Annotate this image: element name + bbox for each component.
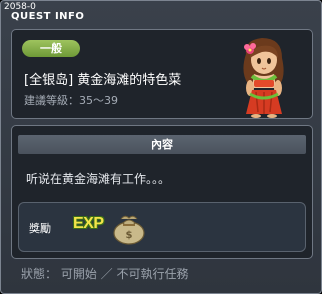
svg-text:$: $ <box>126 230 133 241</box>
quest-info-window: 2058-0 QUEST INFO 一般 [全银岛] 黄金海滩的特色菜 建議等級… <box>0 0 322 294</box>
quest-type-badge: 一般 <box>22 40 80 57</box>
quest-description: 听说在黄金海滩有工作。。。 <box>26 172 171 186</box>
reward-box: 獎勵 EXP $ <box>18 202 306 252</box>
money-bag-icon[interactable]: $ <box>111 211 147 245</box>
quest-status: 狀態： 可開始 ／ 不可執行任務 <box>21 267 189 281</box>
quest-name: [全银岛] 黄金海滩的特色菜 <box>24 73 182 88</box>
npc-portrait-icon <box>243 38 284 118</box>
content-section-header: 內容 <box>18 135 306 154</box>
quest-content-panel: 內容 听说在黄金海滩有工作。。。 獎勵 EXP $ <box>11 125 313 259</box>
quest-header-panel: 一般 [全银岛] 黄金海滩的特色菜 建議等級：35～39 <box>11 29 313 119</box>
reward-label: 獎勵 <box>29 222 51 235</box>
exp-reward-icon[interactable]: EXP <box>73 215 104 233</box>
window-title: QUEST INFO <box>11 11 85 22</box>
quest-recommended-level: 建議等級：35～39 <box>24 94 118 107</box>
